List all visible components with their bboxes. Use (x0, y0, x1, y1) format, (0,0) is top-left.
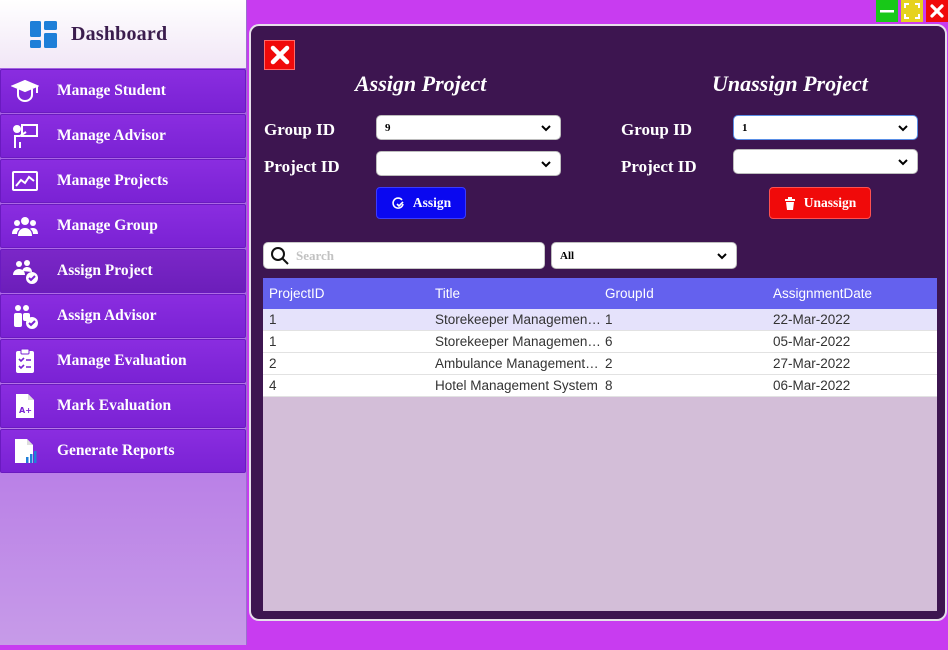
sidebar-item-mark-evaluation[interactable]: A+ Mark Evaluation (0, 384, 246, 428)
assign-button-label: Assign (412, 195, 452, 210)
grade-document-icon: A+ (11, 392, 39, 420)
sidebar-item-manage-advisor[interactable]: Manage Advisor (0, 114, 246, 158)
search-input[interactable] (296, 247, 526, 264)
group-people-icon (11, 212, 39, 240)
report-document-chart-icon (11, 437, 39, 465)
cell-assignmentdate: 27-Mar-2022 (773, 356, 851, 371)
cell-projectid: 1 (269, 312, 277, 327)
unassign-group-label: Group ID (621, 120, 693, 139)
search-box[interactable] (263, 242, 545, 269)
cell-projectid: 1 (269, 334, 277, 349)
chevron-down-icon (540, 158, 552, 170)
unassign-group-select[interactable]: 1 (733, 115, 918, 140)
window-controls (876, 0, 948, 22)
panel-close-button[interactable] (264, 40, 295, 70)
cell-title: Storekeeper Management System (435, 334, 601, 349)
minimize-button[interactable] (876, 0, 898, 22)
sidebar-item-label: Manage Projects (57, 172, 169, 189)
sidebar-item-manage-evaluation[interactable]: Manage Evaluation (0, 339, 246, 383)
sidebar-item-manage-projects[interactable]: Manage Projects (0, 159, 246, 203)
cell-assignmentdate: 05-Mar-2022 (773, 334, 851, 349)
sidebar-item-label: Generate Reports (57, 442, 175, 459)
sidebar-item-label: Assign Advisor (57, 307, 157, 324)
teacher-board-icon (11, 122, 39, 150)
cell-groupid: 2 (605, 356, 613, 371)
cell-projectid: 2 (269, 356, 277, 371)
sidebar-item-label: Manage Student (57, 82, 166, 99)
cell-assignmentdate: 22-Mar-2022 (773, 312, 851, 327)
assign-group-label: Group ID (264, 120, 336, 139)
sidebar-item-generate-reports[interactable]: Generate Reports (0, 429, 246, 473)
assignment-grid[interactable]: ProjectID Title GroupId AssignmentDate 1… (263, 278, 937, 611)
unassign-group-value: 1 (742, 121, 748, 134)
sidebar-item-label: Manage Advisor (57, 127, 166, 144)
cell-title: Storekeeper Management System (435, 312, 601, 327)
sidebar-item-label: Manage Group (57, 217, 158, 234)
close-icon (930, 4, 944, 18)
dashboard-icon (30, 20, 57, 48)
unassign-button[interactable]: Unassign (769, 187, 871, 219)
sidebar-item-assign-advisor[interactable]: Assign Advisor (0, 294, 246, 338)
assign-project-label: Project ID (264, 157, 340, 176)
sidebar-item-assign-project[interactable]: Assign Project (0, 249, 246, 293)
sidebar-item-manage-group[interactable]: Manage Group (0, 204, 246, 248)
filter-select[interactable]: All (551, 242, 737, 269)
sidebar-item-label: Assign Project (57, 262, 153, 279)
chevron-down-icon (897, 122, 909, 134)
filter-value: All (560, 249, 575, 262)
window-close-button[interactable] (926, 0, 948, 22)
assign-project-select[interactable] (376, 151, 561, 176)
sidebar-item-label: Manage Evaluation (57, 352, 187, 369)
table-row[interactable]: 1 Storekeeper Management System 1 22-Mar… (263, 309, 937, 331)
chevron-down-icon (540, 122, 552, 134)
sidebar-title: Dashboard (71, 22, 168, 45)
cell-assignmentdate: 06-Mar-2022 (773, 378, 851, 393)
table-row[interactable]: 2 Ambulance Management System 2 27-Mar-2… (263, 353, 937, 375)
unassign-section-title: Unassign Project (712, 71, 868, 96)
cell-groupid: 6 (605, 334, 613, 349)
chevron-down-icon (897, 156, 909, 168)
cell-title: Hotel Management System (435, 378, 598, 393)
sidebar-header: Dashboard (0, 0, 246, 68)
grid-header: ProjectID Title GroupId AssignmentDate (263, 278, 937, 309)
cell-groupid: 1 (605, 312, 613, 327)
trash-icon (784, 196, 795, 210)
assign-group-value: 9 (385, 121, 391, 134)
column-header-assignmentdate[interactable]: AssignmentDate (769, 286, 937, 301)
cell-groupid: 8 (605, 378, 613, 393)
sidebar-item-manage-student[interactable]: Manage Student (0, 69, 246, 113)
cell-projectid: 4 (269, 378, 277, 393)
minimize-icon (880, 10, 894, 13)
unassign-project-label: Project ID (621, 157, 697, 176)
table-row[interactable]: 1 Storekeeper Management System 6 05-Mar… (263, 331, 937, 353)
cell-title: Ambulance Management System (435, 356, 601, 371)
assign-button[interactable]: Assign (376, 187, 466, 219)
clipboard-checklist-icon (11, 347, 39, 375)
sidebar: Dashboard Manage Student Manage Advisor … (0, 0, 247, 645)
unassign-project-select[interactable] (733, 149, 918, 174)
column-header-title[interactable]: Title (431, 286, 601, 301)
unassign-button-label: Unassign (803, 195, 857, 210)
table-row[interactable]: 4 Hotel Management System 8 06-Mar-2022 (263, 375, 937, 397)
project-chart-icon (11, 167, 39, 195)
svg-text:A+: A+ (19, 406, 32, 415)
maximize-button[interactable] (901, 0, 923, 22)
graduate-student-icon (11, 77, 39, 105)
search-icon (271, 246, 289, 265)
assign-project-panel: Assign Project Group ID 9 Project ID Ass… (249, 24, 947, 621)
assign-icon (392, 197, 404, 209)
column-header-groupid[interactable]: GroupId (601, 286, 769, 301)
assign-group-check-icon (11, 257, 39, 285)
sidebar-item-label: Mark Evaluation (57, 397, 172, 414)
maximize-icon (904, 3, 920, 19)
column-header-projectid[interactable]: ProjectID (263, 286, 431, 301)
close-icon (270, 45, 289, 65)
assign-group-select[interactable]: 9 (376, 115, 561, 140)
chevron-down-icon (716, 250, 728, 262)
assign-advisor-check-icon (11, 302, 39, 330)
assign-section-title: Assign Project (355, 71, 487, 96)
